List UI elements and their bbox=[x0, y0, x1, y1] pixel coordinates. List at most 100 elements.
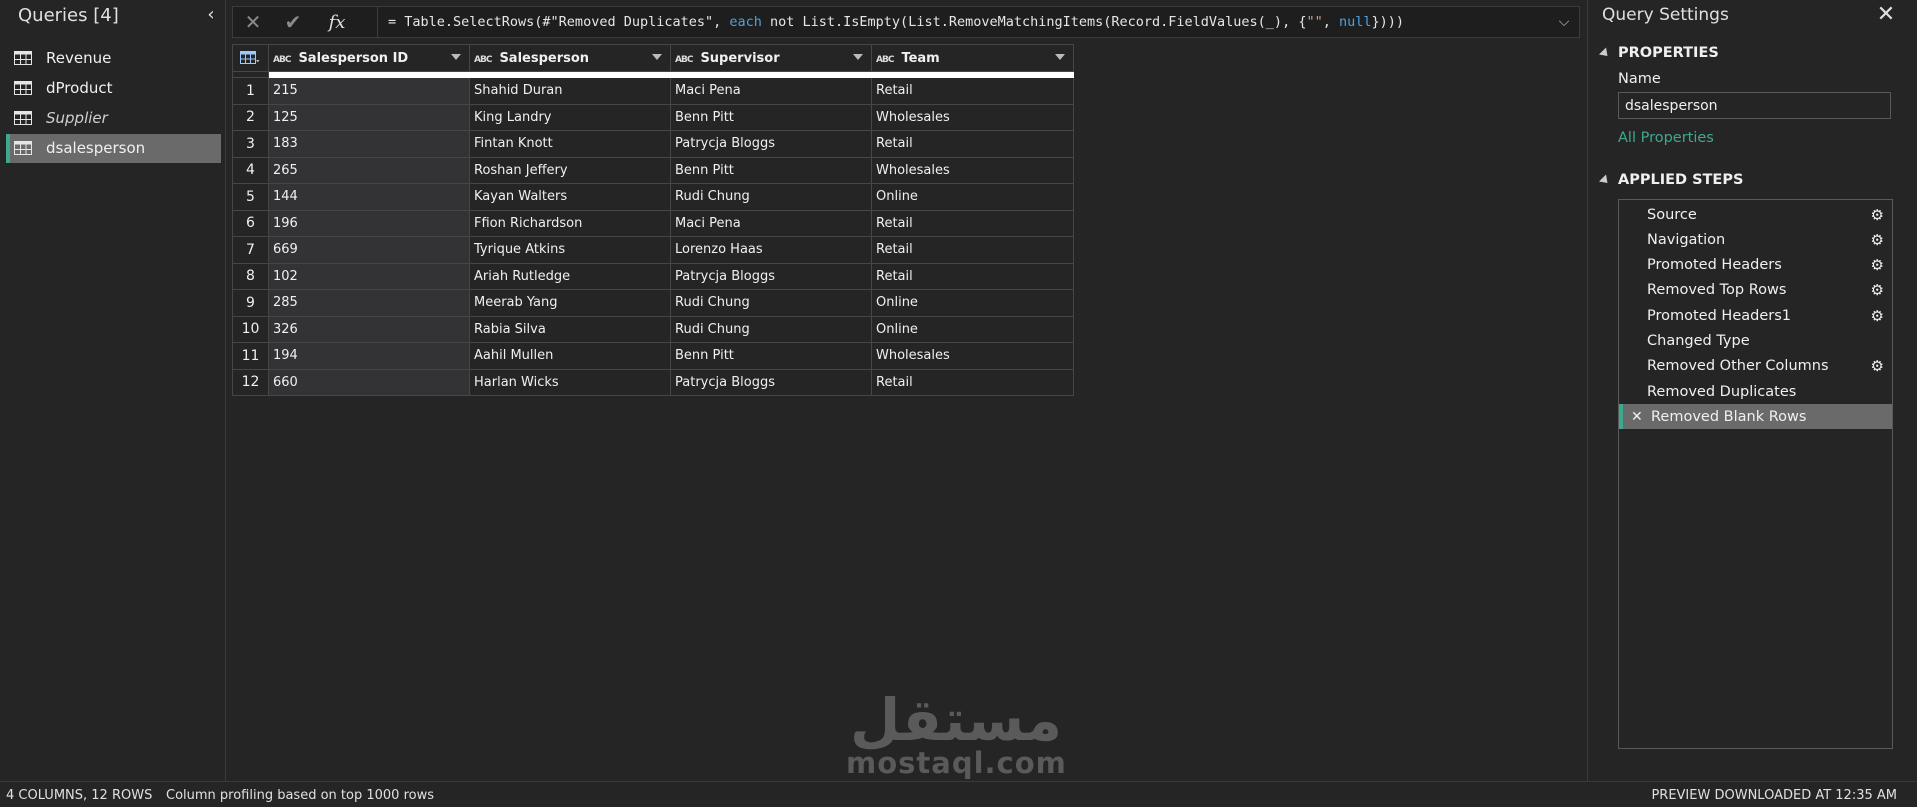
table-cell[interactable]: Rudi Chung bbox=[670, 183, 872, 211]
row-number[interactable]: 9 bbox=[232, 289, 269, 317]
table-cell[interactable]: Roshan Jeffery bbox=[469, 156, 671, 184]
step-settings-gear-icon[interactable]: ⚙ bbox=[1871, 256, 1884, 274]
row-number[interactable]: 4 bbox=[232, 156, 269, 184]
table-cell[interactable]: Rudi Chung bbox=[670, 315, 872, 343]
table-cell[interactable]: 144 bbox=[268, 183, 470, 211]
table-cell[interactable]: Retail bbox=[871, 368, 1074, 396]
step-settings-gear-icon[interactable]: ⚙ bbox=[1871, 206, 1884, 224]
row-number[interactable]: 3 bbox=[232, 130, 269, 158]
table-cell[interactable]: Online bbox=[871, 289, 1074, 317]
applied-step-changed-type[interactable]: Changed Type bbox=[1619, 329, 1892, 354]
column-header-salesperson-id[interactable]: ABC Salesperson ID bbox=[268, 44, 470, 72]
filter-dropdown-chevron-down-icon[interactable] bbox=[652, 54, 662, 60]
row-number[interactable]: 11 bbox=[232, 342, 269, 370]
table-cell[interactable]: Tyrique Atkins bbox=[469, 236, 671, 264]
table-cell[interactable]: Lorenzo Haas bbox=[670, 236, 872, 264]
table-cell[interactable]: Patrycja Bloggs bbox=[670, 262, 872, 290]
table-cell[interactable]: Patrycja Bloggs bbox=[670, 368, 872, 396]
table-cell[interactable]: Harlan Wicks bbox=[469, 368, 671, 396]
commit-formula-check-icon[interactable]: ✔ bbox=[273, 7, 313, 37]
table-cell[interactable]: 285 bbox=[268, 289, 470, 317]
column-header-salesperson[interactable]: ABC Salesperson bbox=[469, 44, 671, 72]
table-cell[interactable]: Wholesales bbox=[871, 156, 1074, 184]
table-cell[interactable]: Retail bbox=[871, 236, 1074, 264]
table-cell[interactable]: 215 bbox=[268, 77, 470, 105]
fx-button[interactable]: fx bbox=[317, 7, 357, 37]
text-type-icon[interactable]: ABC bbox=[474, 55, 492, 65]
column-header-supervisor[interactable]: ABC Supervisor bbox=[670, 44, 872, 72]
table-cell[interactable]: Aahil Mullen bbox=[469, 342, 671, 370]
table-cell[interactable]: Retail bbox=[871, 262, 1074, 290]
table-cell[interactable]: 125 bbox=[268, 103, 470, 131]
table-cell[interactable]: Fintan Knott bbox=[469, 130, 671, 158]
applied-step-removed-other-columns[interactable]: Removed Other Columns ⚙ bbox=[1619, 354, 1892, 379]
step-settings-gear-icon[interactable]: ⚙ bbox=[1871, 357, 1884, 375]
table-cell[interactable]: Kayan Walters bbox=[469, 183, 671, 211]
table-cell[interactable]: Rudi Chung bbox=[670, 289, 872, 317]
row-number[interactable]: 6 bbox=[232, 209, 269, 237]
table-cell[interactable]: Online bbox=[871, 315, 1074, 343]
step-settings-gear-icon[interactable]: ⚙ bbox=[1871, 231, 1884, 249]
table-cell[interactable]: 265 bbox=[268, 156, 470, 184]
query-item-dsalesperson[interactable]: dsalesperson bbox=[6, 133, 221, 163]
query-item-revenue[interactable]: Revenue bbox=[6, 43, 221, 72]
table-cell[interactable]: Wholesales bbox=[871, 103, 1074, 131]
collapse-queries-chevron-icon[interactable]: ‹ bbox=[200, 4, 222, 26]
table-cell[interactable]: Benn Pitt bbox=[670, 342, 872, 370]
row-number[interactable]: 7 bbox=[232, 236, 269, 264]
expand-formula-chevron-down-icon[interactable]: ⌵ bbox=[1553, 11, 1575, 33]
applied-step-promoted-headers1[interactable]: Promoted Headers1 ⚙ bbox=[1619, 303, 1892, 328]
row-number[interactable]: 8 bbox=[232, 262, 269, 290]
table-cell[interactable]: 669 bbox=[268, 236, 470, 264]
filter-dropdown-chevron-down-icon[interactable] bbox=[1055, 54, 1065, 60]
table-cell[interactable]: Patrycja Bloggs bbox=[670, 130, 872, 158]
table-cell[interactable]: Maci Pena bbox=[670, 77, 872, 105]
text-type-icon[interactable]: ABC bbox=[675, 55, 693, 65]
filter-dropdown-chevron-down-icon[interactable] bbox=[853, 54, 863, 60]
table-cell[interactable]: Retail bbox=[871, 77, 1074, 105]
query-item-dproduct[interactable]: dProduct bbox=[6, 73, 221, 102]
table-cell[interactable]: 183 bbox=[268, 130, 470, 158]
row-number[interactable]: 12 bbox=[232, 368, 269, 396]
step-settings-gear-icon[interactable]: ⚙ bbox=[1871, 307, 1884, 325]
table-cell[interactable]: Benn Pitt bbox=[670, 103, 872, 131]
text-type-icon[interactable]: ABC bbox=[876, 55, 894, 65]
step-settings-gear-icon[interactable]: ⚙ bbox=[1871, 281, 1884, 299]
table-cell[interactable]: 326 bbox=[268, 315, 470, 343]
table-cell[interactable]: Rabia Silva bbox=[469, 315, 671, 343]
table-cell[interactable]: Retail bbox=[871, 209, 1074, 237]
table-cell[interactable]: Ffion Richardson bbox=[469, 209, 671, 237]
column-header-team[interactable]: ABC Team bbox=[871, 44, 1074, 72]
table-cell[interactable]: Retail bbox=[871, 130, 1074, 158]
table-cell[interactable]: Benn Pitt bbox=[670, 156, 872, 184]
applied-step-promoted-headers[interactable]: Promoted Headers ⚙ bbox=[1619, 253, 1892, 278]
applied-steps-section-toggle[interactable]: APPLIED STEPS bbox=[1598, 172, 1743, 188]
properties-section-toggle[interactable]: PROPERTIES bbox=[1598, 45, 1719, 61]
table-cell[interactable]: 660 bbox=[268, 368, 470, 396]
table-cell[interactable]: Maci Pena bbox=[670, 209, 872, 237]
applied-step-source[interactable]: Source ⚙ bbox=[1619, 202, 1892, 227]
row-number[interactable]: 2 bbox=[232, 103, 269, 131]
row-number[interactable]: 5 bbox=[232, 183, 269, 211]
formula-input[interactable]: = Table.SelectRows(#"Removed Duplicates"… bbox=[377, 7, 1537, 37]
cancel-formula-close-icon[interactable]: ✕ bbox=[233, 7, 273, 37]
applied-step-removed-duplicates[interactable]: Removed Duplicates bbox=[1619, 379, 1892, 404]
text-type-icon[interactable]: ABC bbox=[273, 55, 291, 65]
query-name-input[interactable] bbox=[1618, 92, 1891, 119]
query-item-supplier[interactable]: Supplier bbox=[6, 104, 221, 133]
table-cell[interactable]: Wholesales bbox=[871, 342, 1074, 370]
table-cell[interactable]: King Landry bbox=[469, 103, 671, 131]
table-cell[interactable]: 196 bbox=[268, 209, 470, 237]
table-menu-table-icon[interactable] bbox=[232, 44, 269, 72]
delete-step-close-icon[interactable]: ✕ bbox=[1631, 409, 1643, 425]
applied-step-removed-blank-rows[interactable]: ✕ Removed Blank Rows bbox=[1619, 404, 1892, 430]
table-cell[interactable]: Meerab Yang bbox=[469, 289, 671, 317]
table-cell[interactable]: Ariah Rutledge bbox=[469, 262, 671, 290]
table-cell[interactable]: Online bbox=[871, 183, 1074, 211]
table-cell[interactable]: 102 bbox=[268, 262, 470, 290]
row-number[interactable]: 10 bbox=[232, 315, 269, 343]
applied-step-navigation[interactable]: Navigation ⚙ bbox=[1619, 227, 1892, 252]
all-properties-link[interactable]: All Properties bbox=[1618, 130, 1714, 146]
table-cell[interactable]: 194 bbox=[268, 342, 470, 370]
filter-dropdown-chevron-down-icon[interactable] bbox=[451, 54, 461, 60]
